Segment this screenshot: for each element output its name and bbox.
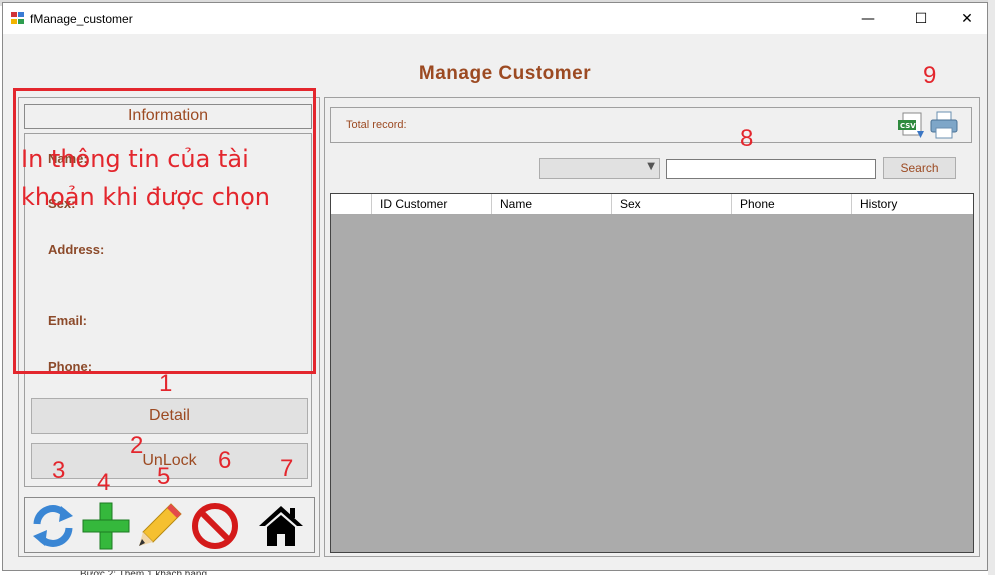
- search-input[interactable]: [666, 159, 876, 179]
- csv-export-icon[interactable]: CSV: [897, 112, 925, 140]
- total-record-box: Total record: CSV: [330, 107, 972, 143]
- refresh-icon[interactable]: [27, 500, 79, 552]
- annotation-note: In thông tin của tài khoản khi được chọn: [21, 145, 270, 211]
- annotation-number-6: 6: [218, 447, 232, 474]
- action-toolbar: [24, 497, 315, 553]
- chevron-down-icon: ▼: [647, 161, 655, 172]
- window-title: fManage_customer: [30, 12, 133, 26]
- table-header-row-selector: [331, 194, 372, 214]
- total-record-label: Total record:: [346, 119, 407, 131]
- right-panel: Total record: CSV ▼ Search ID Customer N…: [324, 97, 980, 557]
- table-header-history[interactable]: History: [852, 194, 971, 214]
- table-header-sex[interactable]: Sex: [612, 194, 732, 214]
- print-icon[interactable]: [929, 110, 959, 140]
- annotation-number-9: 9: [923, 62, 937, 89]
- add-icon[interactable]: [80, 500, 132, 552]
- annotation-number-4: 4: [97, 469, 111, 496]
- table-header: ID Customer Name Sex Phone History: [331, 194, 973, 215]
- detail-button[interactable]: Detail: [31, 398, 308, 434]
- close-button[interactable]: ✕: [944, 3, 990, 34]
- search-button[interactable]: Search: [883, 157, 956, 179]
- home-icon[interactable]: [255, 500, 307, 552]
- table-header-id-customer[interactable]: ID Customer: [372, 194, 492, 214]
- annotation-number-8: 8: [740, 125, 754, 152]
- minimize-button[interactable]: —: [845, 3, 891, 34]
- title-bar[interactable]: fManage_customer — ☐ ✕: [3, 3, 987, 34]
- annotation-number-7: 7: [280, 455, 294, 482]
- maximize-button[interactable]: ☐: [898, 3, 944, 34]
- background-right-edge: [988, 0, 995, 575]
- table-header-phone[interactable]: Phone: [732, 194, 852, 214]
- block-icon[interactable]: [189, 500, 241, 552]
- annotation-number-1: 1: [159, 370, 173, 397]
- edit-pencil-icon[interactable]: [133, 500, 185, 552]
- annotation-number-2: 2: [130, 432, 144, 459]
- table-header-name[interactable]: Name: [492, 194, 612, 214]
- annotation-number-5: 5: [157, 463, 171, 490]
- svg-text:CSV: CSV: [900, 122, 916, 130]
- annotation-box: [13, 88, 316, 374]
- annotation-number-3: 3: [52, 457, 66, 484]
- app-icon: [11, 12, 25, 25]
- page-title: Manage Customer: [418, 63, 592, 84]
- customer-table[interactable]: ID Customer Name Sex Phone History: [330, 193, 974, 553]
- filter-combobox[interactable]: ▼: [539, 158, 660, 179]
